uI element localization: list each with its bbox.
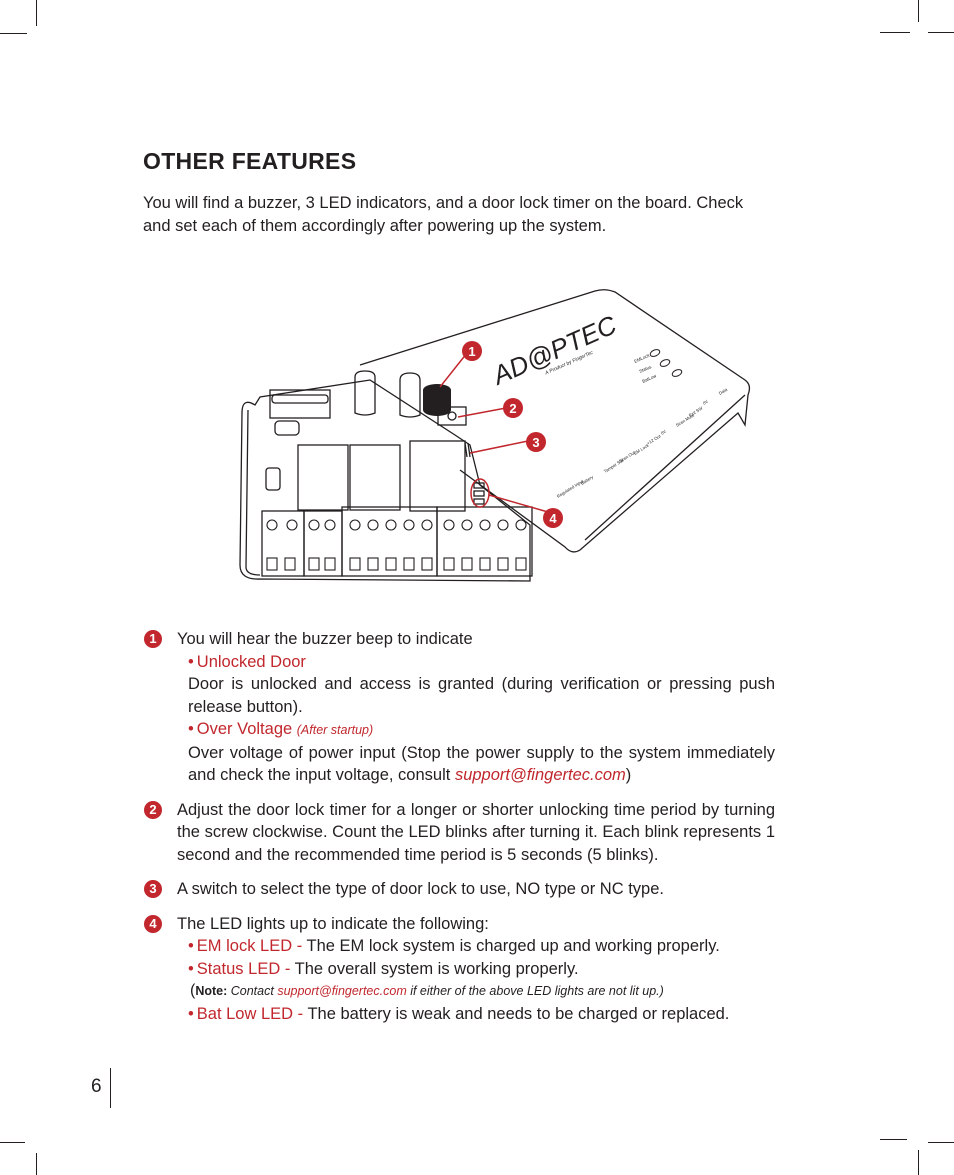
led-desc: The battery is weak and needs to be char… (307, 1004, 730, 1023)
note-text: Contact (227, 984, 278, 998)
terminal-block-2 (261, 510, 305, 577)
crop-mark (928, 1142, 954, 1143)
led-label: EMLock (633, 352, 651, 363)
feature-item-leds: 4 The LED lights up to indicate the foll… (143, 913, 775, 1026)
led-desc: The overall system is working properly. (294, 959, 579, 978)
crop-mark (36, 0, 37, 26)
subitem-heading: Over Voltage (196, 720, 293, 738)
terminal-screws (266, 519, 527, 571)
number-badge: 2 (144, 800, 162, 819)
number-badge: 1 (144, 630, 162, 648)
led (473, 490, 485, 497)
support-email-link[interactable]: support@fingertec.com (277, 984, 406, 998)
subitem-unlocked-door: • Unlocked Door (177, 651, 775, 674)
terminal-label: Battery (580, 474, 595, 486)
bullet-icon: • (188, 1004, 194, 1023)
callout-number: 3 (532, 435, 539, 450)
terminal-label: 0V (702, 399, 709, 406)
number-badge: 4 (144, 914, 162, 933)
crop-mark (0, 1142, 25, 1143)
led-item-bat-low: • Bat Low LED - The battery is weak and n… (177, 1003, 775, 1026)
body-text: ) (625, 766, 632, 784)
subitem-body: Over voltage of power input (Stop the po… (177, 742, 775, 787)
crop-mark (880, 32, 910, 33)
note-text: if either of the above LED lights are no… (406, 984, 664, 998)
device-illustration: AD@PTEC A Product by FingerTec EMLock St… (239, 289, 751, 582)
intro-paragraph: You will find a buzzer, 3 LED indicators… (143, 194, 744, 235)
led (473, 498, 485, 505)
note: (Note: Contact support@fingertec.com if … (177, 980, 775, 1003)
led-item-em-lock: • EM lock LED - The EM lock system is cha… (177, 935, 775, 958)
brand-logo: AD@PTEC A Product by FingerTec (486, 309, 621, 391)
page-title: OTHER FEATURES (143, 148, 357, 174)
crop-mark (880, 1139, 907, 1140)
subitem-body: Door is unlocked and access is granted (… (188, 675, 775, 716)
led-desc: The EM lock system is charged up and wor… (306, 937, 720, 955)
terminal-label: 0V (660, 429, 667, 436)
led-name: Status LED - (196, 959, 291, 978)
feature-text: A switch to select the type of door lock… (177, 880, 664, 898)
note-label: Note: (195, 984, 228, 998)
subitem-qualifier: (After startup) (296, 723, 374, 737)
callout-number: 1 (468, 344, 475, 359)
led-name: EM lock LED - (196, 937, 303, 955)
feature-list: 1 You will hear the buzzer beep to indic… (143, 628, 775, 1025)
crop-mark (918, 1150, 919, 1175)
subitem-heading: Unlocked Door (196, 652, 306, 671)
feature-item-timer: 2 Adjust the door lock timer for a longe… (143, 799, 775, 867)
relay (349, 444, 401, 511)
subitem-over-voltage: • Over Voltage (After startup) (177, 718, 775, 742)
page-number-rule (110, 1068, 111, 1108)
bullet-icon: • (188, 959, 194, 978)
terminal-label: +12 Out (646, 433, 662, 446)
crop-mark (36, 1153, 37, 1175)
bullet-icon: • (188, 720, 194, 738)
crop-mark (0, 33, 27, 34)
number-badge: 3 (144, 880, 162, 898)
feature-item-buzzer: 1 You will hear the buzzer beep to indic… (143, 628, 775, 787)
terminal-label: Exit SW (688, 405, 704, 418)
relay (297, 444, 349, 511)
bullet-icon: • (188, 937, 194, 955)
terminal-block-5 (341, 506, 438, 577)
feature-lead: The LED lights up to indicate the follow… (177, 914, 489, 933)
device-diagram: AD@PTEC A Product by FingerTec EMLock St… (230, 285, 760, 595)
page-number: 6 (91, 1076, 102, 1097)
bullet-icon: • (188, 652, 194, 671)
terminal-label: Data (718, 386, 729, 395)
led-name: Bat Low LED - (196, 1004, 304, 1023)
crop-mark (928, 32, 954, 33)
capacitor (354, 370, 376, 416)
support-email-link[interactable]: support@fingertec.com (455, 766, 626, 784)
board-outline (239, 379, 531, 582)
led-label: BatLow (641, 373, 657, 384)
led-item-status: • Status LED - The overall system is work… (177, 958, 775, 981)
feature-lead: You will hear the buzzer beep to indicat… (177, 630, 473, 648)
terminal-block-2 (303, 510, 343, 577)
terminal-block-5 (436, 506, 533, 577)
small-component (274, 420, 300, 436)
board-inner-edge (245, 409, 261, 576)
callout-number: 4 (549, 511, 557, 526)
crop-mark (918, 0, 919, 22)
relay (409, 440, 466, 512)
callout-number: 2 (509, 401, 516, 416)
feature-item-switch: 3 A switch to select the type of door lo… (143, 878, 775, 901)
brand-text: AD@PTEC (486, 309, 621, 391)
led-label: Status (638, 364, 652, 374)
feature-text: Adjust the door lock timer for a longer … (177, 800, 775, 864)
